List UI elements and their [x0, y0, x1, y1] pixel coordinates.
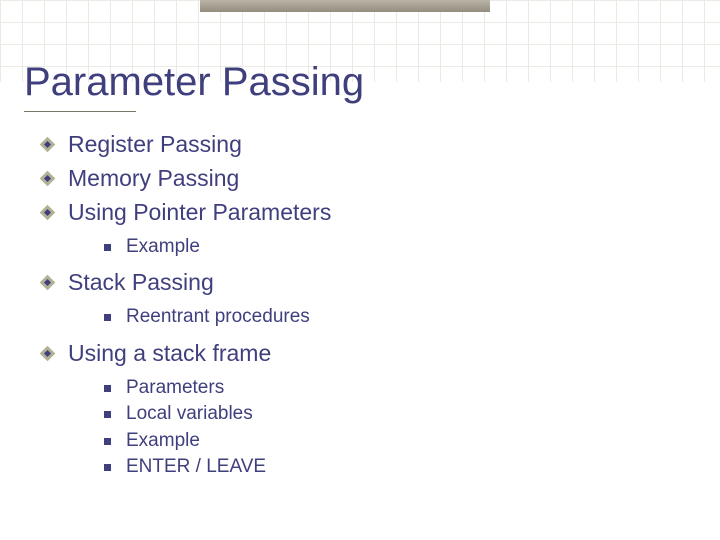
sub-bullet-item: Example: [104, 428, 696, 455]
sub-bullet-list: Reentrant procedures: [68, 304, 696, 331]
bullet-item: Memory Passing: [42, 164, 696, 194]
sub-bullet-label: Local variables: [126, 403, 253, 424]
sub-bullet-list: Example: [68, 234, 696, 261]
bullet-item: Register Passing: [42, 130, 696, 160]
bullet-item: Using a stack frame Parameters Local var…: [42, 339, 696, 481]
bullet-item: Using Pointer Parameters Example: [42, 198, 696, 260]
bullet-label: Using a stack frame: [68, 340, 271, 366]
bullet-item: Stack Passing Reentrant procedures: [42, 268, 696, 330]
sub-bullet-label: Parameters: [126, 377, 224, 398]
bullet-label: Stack Passing: [68, 269, 214, 295]
bullet-label: Register Passing: [68, 131, 242, 157]
sub-bullet-item: Local variables: [104, 401, 696, 428]
sub-bullet-label: Example: [126, 430, 200, 451]
bullet-label: Using Pointer Parameters: [68, 199, 331, 225]
sub-bullet-label: ENTER / LEAVE: [126, 456, 266, 477]
sub-bullet-label: Example: [126, 236, 200, 257]
bullet-list: Register Passing Memory Passing Using Po…: [24, 130, 696, 481]
title-underline: [24, 111, 136, 112]
sub-bullet-item: ENTER / LEAVE: [104, 454, 696, 481]
sub-bullet-item: Parameters: [104, 375, 696, 402]
sub-bullet-item: Example: [104, 234, 696, 261]
sub-bullet-item: Reentrant procedures: [104, 304, 696, 331]
slide-title: Parameter Passing: [24, 60, 696, 105]
bullet-label: Memory Passing: [68, 165, 239, 191]
sub-bullet-label: Reentrant procedures: [126, 306, 310, 327]
sub-bullet-list: Parameters Local variables Example ENTER…: [68, 375, 696, 481]
slide-content: Parameter Passing Register Passing Memor…: [0, 0, 720, 540]
